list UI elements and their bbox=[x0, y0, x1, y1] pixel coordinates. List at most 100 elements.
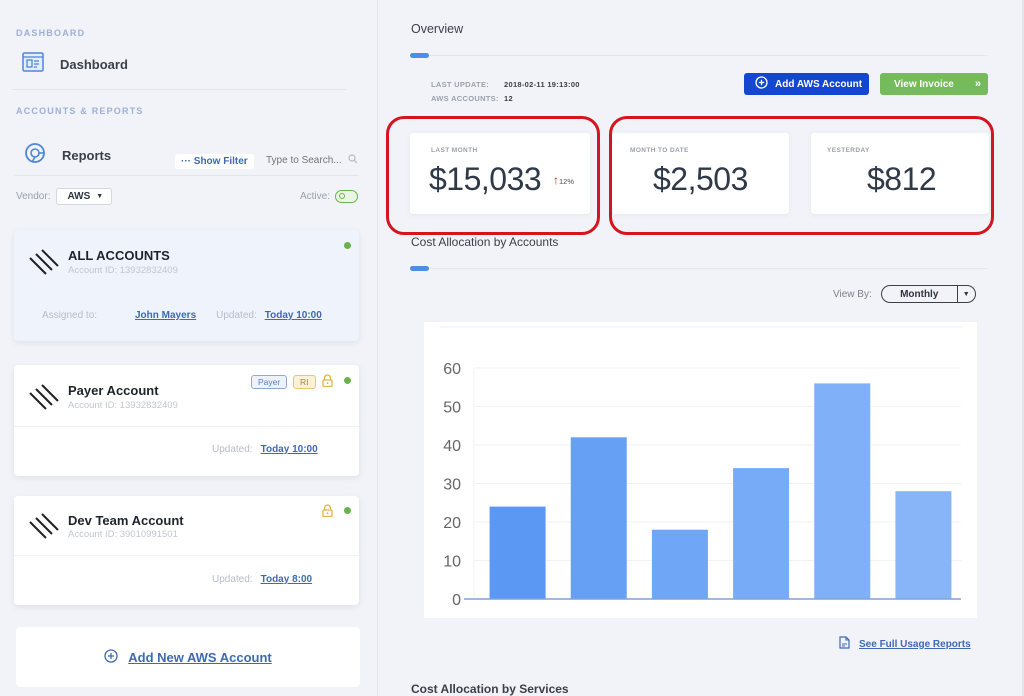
bar-4[interactable] bbox=[733, 468, 790, 599]
section-indicator bbox=[410, 266, 429, 271]
y-tick-label: 20 bbox=[443, 515, 461, 532]
bar-2[interactable] bbox=[570, 437, 627, 599]
section-label-dashboard: DASHBOARD bbox=[16, 28, 86, 38]
add-aws-account-button[interactable]: Add AWS Account bbox=[744, 73, 869, 95]
bar-1[interactable] bbox=[489, 506, 546, 599]
nav-label-reports: Reports bbox=[62, 148, 112, 163]
plus-circle-icon bbox=[104, 648, 118, 666]
nav-item-reports[interactable]: Reports bbox=[24, 142, 111, 169]
account-logo-icon bbox=[28, 512, 60, 545]
vendor-value: AWS bbox=[67, 191, 91, 202]
active-toggle[interactable] bbox=[335, 190, 358, 203]
app: DASHBOARD Dashboard ACCOUNTS & REPORTS R… bbox=[0, 0, 1024, 696]
add-new-account-button[interactable]: Add New AWS Account bbox=[16, 627, 360, 687]
bar-6[interactable] bbox=[895, 491, 952, 599]
divider bbox=[410, 268, 988, 269]
status-dot bbox=[344, 377, 351, 384]
aws-accounts-label: AWS ACCOUNTS: bbox=[431, 94, 499, 103]
view-invoice-button[interactable]: View Invoice » bbox=[880, 73, 988, 95]
lock-icon bbox=[322, 374, 333, 392]
caret-down-icon: ▼ bbox=[956, 286, 975, 302]
search-icon[interactable] bbox=[348, 154, 358, 167]
updated-label: Updated: bbox=[212, 444, 253, 455]
view-by-label: View By: bbox=[833, 288, 872, 300]
show-filter-label: Show Filter bbox=[193, 156, 248, 167]
ri-badge: RI bbox=[293, 375, 316, 389]
active-label: Active: bbox=[299, 191, 330, 202]
see-full-reports-link[interactable]: See Full Usage Reports bbox=[839, 636, 971, 652]
account-card-payer[interactable]: Payer Account Account ID: 13932832409 Pa… bbox=[14, 365, 359, 476]
y-tick-label: 60 bbox=[443, 361, 461, 378]
lock-icon bbox=[322, 504, 333, 522]
double-chevron-right-icon: » bbox=[974, 78, 981, 90]
last-update-value: 2018-02-11 19:13:00 bbox=[504, 80, 580, 89]
dashboard-icon bbox=[22, 52, 44, 77]
section-label-accounts: ACCOUNTS & REPORTS bbox=[16, 106, 144, 116]
divider bbox=[12, 89, 347, 90]
cost-by-services-title: Cost Allocation by Services bbox=[411, 682, 569, 696]
add-aws-account-label: Add AWS Account bbox=[775, 78, 863, 90]
account-name: Dev Team Account bbox=[68, 513, 184, 528]
highlight-annotation bbox=[609, 116, 994, 235]
last-update-label: LAST UPDATE: bbox=[431, 80, 490, 89]
divider bbox=[15, 175, 359, 176]
payer-badge: Payer bbox=[251, 375, 288, 389]
plus-circle-icon bbox=[755, 76, 768, 92]
y-tick-label: 30 bbox=[443, 477, 461, 494]
account-id: Account ID: 13932832409 bbox=[68, 400, 178, 411]
document-icon bbox=[839, 636, 850, 652]
account-id: Account ID: 39010991501 bbox=[68, 529, 178, 540]
search-input[interactable] bbox=[266, 154, 342, 167]
bar-3[interactable] bbox=[651, 529, 708, 599]
y-tick-label: 50 bbox=[443, 400, 461, 417]
see-full-reports-label: See Full Usage Reports bbox=[859, 638, 971, 650]
vendor-row: Vendor: AWS ▼ Active: bbox=[16, 188, 358, 205]
active-filter: Active: bbox=[300, 190, 358, 203]
reports-icon bbox=[24, 142, 46, 169]
nav-label-dashboard: Dashboard bbox=[60, 57, 128, 72]
updated-label: Updated: bbox=[216, 310, 257, 321]
search-box bbox=[266, 154, 358, 167]
account-logo-icon bbox=[28, 248, 60, 281]
y-tick-label: 40 bbox=[443, 438, 461, 455]
updated-label: Updated: bbox=[212, 574, 253, 585]
overview-meta: LAST UPDATE: 2018-02-11 19:13:00 AWS ACCO… bbox=[431, 78, 580, 106]
account-name: ALL ACCOUNTS bbox=[68, 248, 170, 263]
add-new-account-label: Add New AWS Account bbox=[128, 649, 272, 665]
cost-by-accounts-chart: 0 10 20 30 40 50 60 bbox=[424, 322, 977, 618]
show-filter-button[interactable]: ··· Show Filter bbox=[175, 154, 254, 169]
account-footer: Assigned to: John Mayers Updated: Today … bbox=[42, 310, 322, 321]
assigned-user-link[interactable]: John Mayers bbox=[135, 310, 196, 321]
view-by: View By: Monthly ▼ bbox=[833, 285, 976, 303]
view-by-value: Monthly bbox=[900, 288, 939, 300]
main-panel: Overview LAST UPDATE: 2018-02-11 19:13:00… bbox=[380, 0, 1024, 696]
updated-link[interactable]: Today 10:00 bbox=[265, 310, 322, 321]
card-separator bbox=[14, 426, 359, 427]
account-footer: Updated: Today 8:00 bbox=[212, 574, 312, 585]
vendor-select[interactable]: AWS ▼ bbox=[56, 188, 113, 205]
overview-title: Overview bbox=[411, 22, 464, 36]
card-separator bbox=[14, 555, 359, 556]
updated-link[interactable]: Today 10:00 bbox=[261, 444, 318, 455]
caret-down-icon: ▼ bbox=[96, 193, 104, 200]
view-invoice-label: View Invoice bbox=[894, 78, 954, 90]
section-indicator bbox=[410, 53, 429, 58]
y-tick-label: 10 bbox=[443, 554, 461, 571]
status-dot bbox=[344, 507, 351, 514]
account-card-dev-team[interactable]: Dev Team Account Account ID: 39010991501… bbox=[14, 496, 359, 605]
aws-accounts-value: 12 bbox=[504, 94, 513, 103]
account-logo-icon bbox=[28, 383, 60, 416]
bar-5[interactable] bbox=[814, 383, 871, 599]
account-card-all[interactable]: ALL ACCOUNTS Account ID: 13932832409 Ass… bbox=[14, 230, 359, 341]
highlight-annotation bbox=[386, 116, 600, 235]
cost-by-accounts-title: Cost Allocation by Accounts bbox=[411, 235, 559, 249]
bar-chart: 0 10 20 30 40 50 60 bbox=[440, 326, 961, 609]
status-dot bbox=[344, 242, 351, 249]
view-by-select[interactable]: Monthly ▼ bbox=[880, 285, 976, 303]
account-footer: Updated: Today 10:00 bbox=[212, 444, 318, 455]
assigned-label: Assigned to: bbox=[42, 310, 98, 321]
updated-link[interactable]: Today 8:00 bbox=[261, 574, 313, 585]
y-tick-label: 0 bbox=[452, 592, 461, 609]
nav-item-dashboard[interactable]: Dashboard bbox=[22, 52, 128, 77]
divider bbox=[410, 55, 988, 56]
